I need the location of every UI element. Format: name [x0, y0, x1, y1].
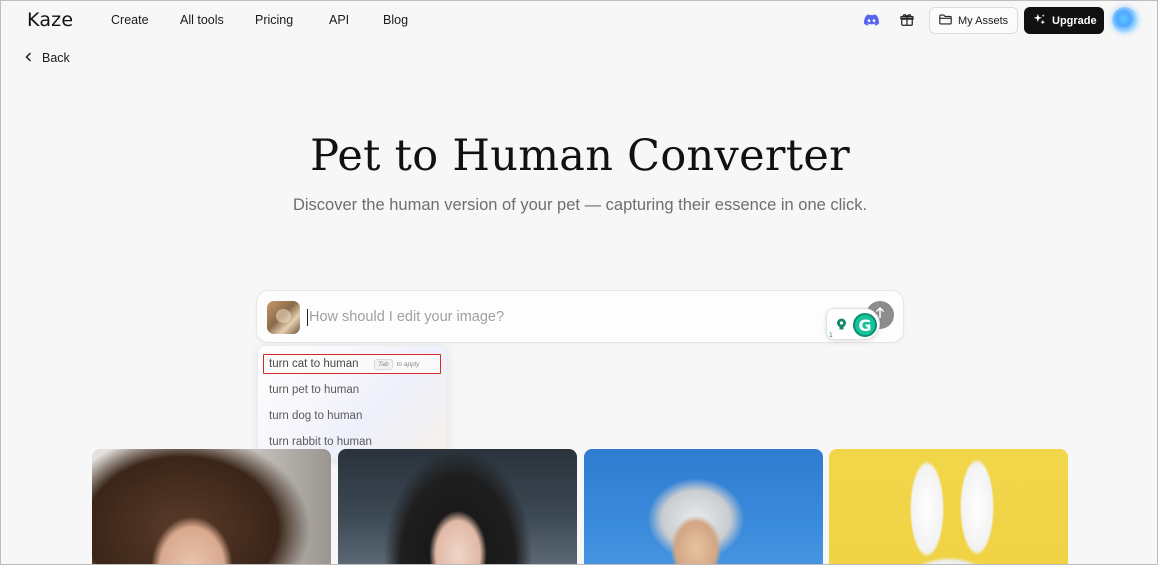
example-image-woman-sweater[interactable]	[92, 449, 331, 564]
my-assets-label: My Assets	[958, 14, 1009, 27]
back-link[interactable]: Back	[25, 51, 70, 65]
nav-pricing[interactable]: Pricing	[255, 13, 293, 27]
example-image-woman-snow[interactable]	[338, 449, 577, 564]
suggestions-dropdown: turn cat to human Tab to apply turn pet …	[257, 345, 448, 460]
folder-icon	[939, 13, 952, 28]
text-caret	[307, 309, 308, 326]
gift-icon[interactable]	[898, 11, 916, 29]
grammarly-logo-icon: G	[853, 313, 877, 337]
upgrade-button[interactable]: Upgrade	[1024, 7, 1104, 34]
page-title: Pet to Human Converter	[310, 131, 850, 181]
nav-all-tools[interactable]: All tools	[180, 13, 224, 27]
uploaded-image-thumbnail[interactable]	[267, 301, 300, 334]
my-assets-button[interactable]: My Assets	[929, 7, 1018, 34]
suggestion-item[interactable]: turn dog to human	[269, 410, 362, 422]
suggestion-item[interactable]: turn pet to human	[269, 384, 359, 396]
suggestion-item[interactable]: turn rabbit to human	[269, 436, 372, 448]
example-image-bunny-ears[interactable]	[829, 449, 1068, 564]
lightbulb-icon	[834, 317, 848, 331]
chevron-left-icon	[25, 51, 32, 65]
nav-blog[interactable]: Blog	[383, 13, 408, 27]
prompt-box	[256, 290, 904, 343]
tab-key: Tab	[374, 359, 393, 370]
discord-icon[interactable]	[862, 11, 880, 29]
page-subtitle: Discover the human version of your pet —…	[292, 196, 868, 214]
back-label: Back	[42, 51, 70, 65]
sparkle-icon	[1033, 13, 1046, 29]
grammarly-widget[interactable]: 1 G	[826, 308, 880, 340]
avatar[interactable]	[1112, 7, 1138, 33]
suggestion-item[interactable]: turn cat to human	[269, 358, 359, 370]
upgrade-label: Upgrade	[1052, 14, 1097, 27]
prompt-input[interactable]	[309, 305, 809, 329]
nav-create[interactable]: Create	[111, 13, 149, 27]
tab-hint: Tab to apply	[374, 359, 419, 370]
example-image-man-white-hair[interactable]	[584, 449, 823, 564]
nav-api[interactable]: API	[329, 13, 349, 27]
top-nav: Kaze Create All tools Pricing API Blog M…	[1, 1, 1157, 39]
grammarly-count: 1	[829, 332, 833, 339]
logo[interactable]: Kaze	[27, 9, 73, 31]
page: Kaze Create All tools Pricing API Blog M…	[0, 0, 1158, 565]
tab-hint-label: to apply	[396, 361, 420, 368]
